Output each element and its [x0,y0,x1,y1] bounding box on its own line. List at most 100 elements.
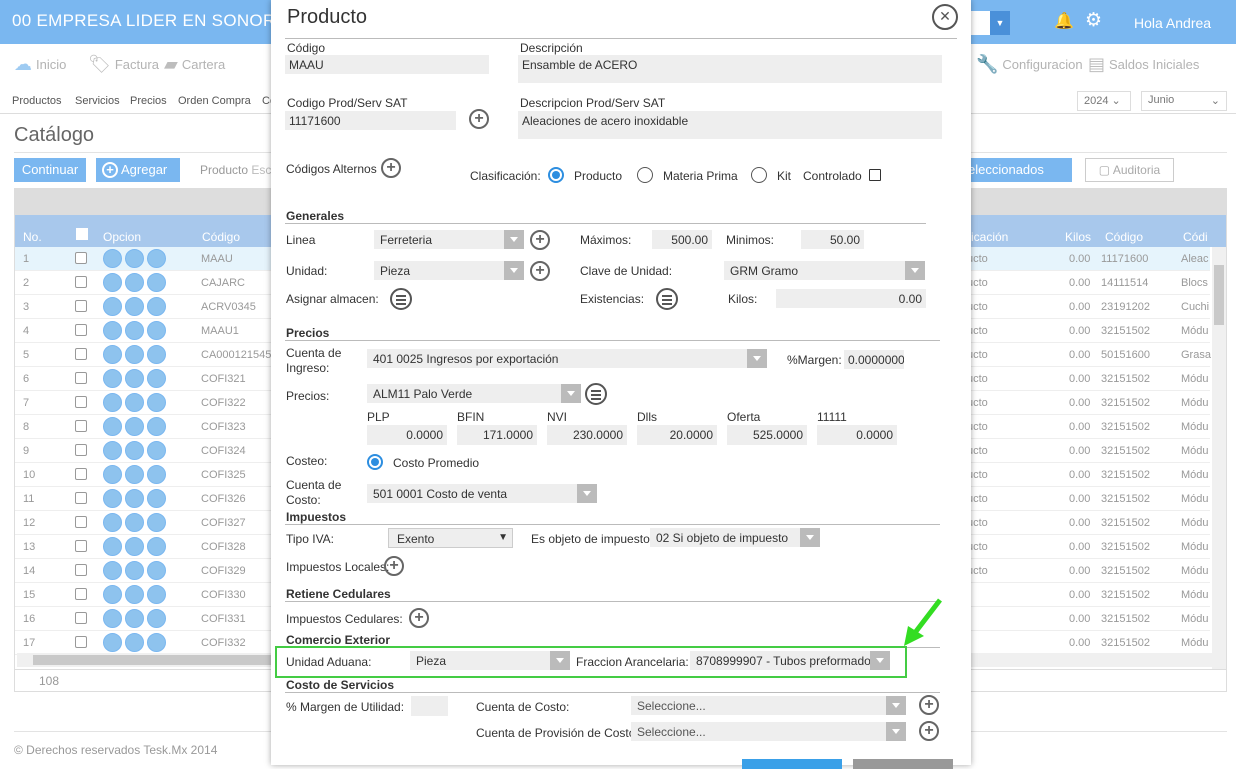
row-checkbox[interactable] [75,396,87,408]
add-provision-icon[interactable]: + [919,721,939,741]
save-button[interactable] [742,759,842,769]
edit-icon[interactable] [103,249,122,268]
delete-icon[interactable] [125,345,144,364]
edit-icon[interactable] [103,489,122,508]
row-checkbox[interactable] [75,348,87,360]
provision-select[interactable]: Seleccione... [631,722,906,741]
price-field[interactable]: 525.0000 [727,425,807,445]
row-checkbox[interactable] [75,540,87,552]
price-field[interactable]: 0.0000 [817,425,897,445]
delete-icon[interactable] [125,393,144,412]
nav-cartera[interactable]: ▰ Cartera [164,54,225,75]
row-checkbox[interactable] [75,564,87,576]
delete-icon[interactable] [125,369,144,388]
clave-select[interactable]: GRM Gramo [724,261,925,280]
close-icon[interactable]: ✕ [932,4,958,30]
add-sat-icon[interactable]: + [469,109,489,129]
list-icon[interactable] [147,345,166,364]
price-field[interactable]: 0.0000 [367,425,447,445]
add-locales-icon[interactable]: + [384,556,404,576]
delete-icon[interactable] [125,417,144,436]
radio-materia-prima[interactable] [637,167,653,183]
add-alterno-icon[interactable]: + [381,158,401,178]
col-kilos[interactable]: Kilos [1065,230,1091,244]
cuenta-costo-select[interactable]: 501 0001 Costo de venta [367,484,597,503]
delete-icon[interactable] [125,465,144,484]
list-icon[interactable] [147,465,166,484]
radio-producto[interactable] [548,167,564,183]
kilos-field[interactable]: 0.00 [776,289,926,308]
continue-button[interactable]: Continuar [14,158,86,182]
nav-configuracion[interactable]: 🔧 Configuracion [976,54,1083,75]
objeto-select[interactable]: 02 Si objeto de impuesto [650,528,820,547]
month-select[interactable]: Junio ⌄ [1141,91,1227,111]
delete-icon[interactable] [125,249,144,268]
radio-costo-promedio[interactable] [367,454,383,470]
minimos-field[interactable]: 50.00 [801,230,864,249]
row-checkbox[interactable] [75,372,87,384]
radio-kit[interactable] [751,167,767,183]
edit-icon[interactable] [103,417,122,436]
unidad-select[interactable]: Pieza [374,261,524,280]
tab-servicios[interactable]: Servicios [75,95,120,107]
list-icon[interactable] [147,393,166,412]
edit-icon[interactable] [103,297,122,316]
row-checkbox[interactable] [75,516,87,528]
tab-precios[interactable]: Precios [130,95,167,107]
list-icon[interactable] [147,321,166,340]
edit-icon[interactable] [103,585,122,604]
row-checkbox[interactable] [75,468,87,480]
col-code[interactable]: Código [202,230,240,244]
row-checkbox[interactable] [75,636,87,648]
delete-icon[interactable] [125,441,144,460]
linea-select[interactable]: Ferreteria [374,230,524,249]
price-field[interactable]: 171.0000 [457,425,537,445]
sat-code-field[interactable]: 11171600 [285,111,456,130]
audit-button[interactable]: ▢ Auditoria [1085,158,1174,182]
edit-icon[interactable] [103,273,122,292]
row-checkbox[interactable] [75,252,87,264]
list-icon[interactable] [147,633,166,652]
list-existencias-icon[interactable] [656,288,678,310]
delete-icon[interactable] [125,633,144,652]
delete-icon[interactable] [125,585,144,604]
edit-icon[interactable] [103,465,122,484]
delete-icon[interactable] [125,489,144,508]
tab-orden-compra[interactable]: Orden Compra [178,95,251,107]
chevron-down-icon[interactable]: ▼ [990,11,1010,35]
row-checkbox[interactable] [75,588,87,600]
delete-icon[interactable] [125,297,144,316]
row-checkbox[interactable] [75,276,87,288]
select-all-checkbox[interactable] [76,228,88,240]
edit-icon[interactable] [103,441,122,460]
product-search-input[interactable]: Esc [251,163,271,177]
descripcion-field[interactable]: Ensamble de ACERO [518,55,942,83]
cancel-button[interactable] [853,759,953,769]
row-checkbox[interactable] [75,300,87,312]
row-checkbox[interactable] [75,612,87,624]
list-icon[interactable] [147,441,166,460]
list-icon[interactable] [147,417,166,436]
edit-icon[interactable] [103,513,122,532]
tipo-iva-select[interactable]: Exento ▼ [388,528,513,548]
bell-icon[interactable]: 🔔 [1054,11,1074,31]
list-icon[interactable] [147,489,166,508]
tab-productos[interactable]: Productos [12,95,62,107]
row-checkbox[interactable] [75,324,87,336]
margen-field[interactable]: 0.0000000 [844,350,904,369]
delete-icon[interactable] [125,561,144,580]
list-icon[interactable] [147,297,166,316]
servicio-costo-select[interactable]: Seleccione... [631,696,906,715]
edit-icon[interactable] [103,609,122,628]
list-almacen-icon[interactable] [390,288,412,310]
col-classif[interactable]: ificación [965,230,1008,244]
codigo-field[interactable]: MAAU [285,55,489,74]
list-icon[interactable] [147,609,166,628]
edit-icon[interactable] [103,345,122,364]
list-icon[interactable] [147,273,166,292]
edit-icon[interactable] [103,393,122,412]
list-icon[interactable] [147,513,166,532]
edit-icon[interactable] [103,633,122,652]
list-precios-icon[interactable] [585,383,607,405]
add-linea-icon[interactable]: + [530,230,550,250]
